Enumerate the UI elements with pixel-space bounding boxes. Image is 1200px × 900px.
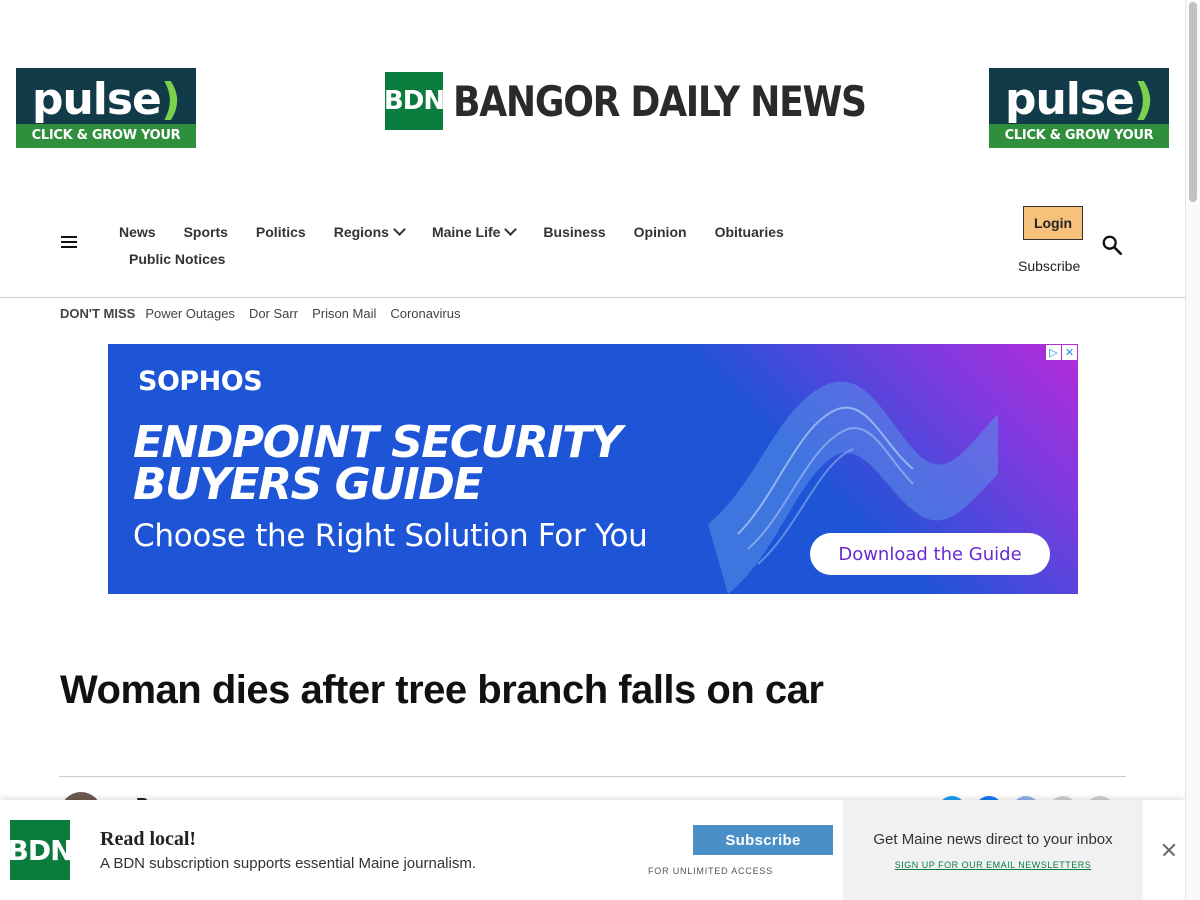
main-nav: News Sports Politics Regions Maine Life … xyxy=(105,220,825,271)
pulse-ad-right[interactable]: pulse) CLICK & GROW YOUR BUSINESS xyxy=(989,68,1169,148)
header-divider xyxy=(0,297,1185,298)
logo-name: BANGOR DAILY NEWS xyxy=(453,76,867,126)
nav-item-politics[interactable]: Politics xyxy=(256,224,306,240)
nav-item-business[interactable]: Business xyxy=(543,224,605,240)
dont-miss-link[interactable]: Prison Mail xyxy=(312,306,376,321)
nav-row-2: Public Notices xyxy=(105,247,825,271)
subscription-description: A BDN subscription supports essential Ma… xyxy=(100,855,477,872)
search-icon[interactable] xyxy=(1101,234,1123,256)
nav-item-public-notices[interactable]: Public Notices xyxy=(129,251,225,267)
login-button[interactable]: Login xyxy=(1023,206,1083,240)
close-icon[interactable] xyxy=(1162,843,1176,857)
page-scrollbar[interactable] xyxy=(1185,0,1200,900)
dont-miss-link[interactable]: Power Outages xyxy=(145,306,235,321)
dont-miss-bar: DON'T MISS Power Outages Dor Sarr Prison… xyxy=(60,306,474,321)
sophos-banner-ad[interactable]: SOPHOS ENDPOINT SECURITY BUYERS GUIDE Ch… xyxy=(108,344,1078,594)
hamburger-menu-icon[interactable] xyxy=(61,236,77,250)
newsletter-panel: Get Maine news direct to your inbox SIGN… xyxy=(843,800,1143,900)
ad-brand: SOPHOS xyxy=(138,366,263,397)
unlimited-access-label: FOR UNLIMITED ACCESS xyxy=(648,866,774,876)
adchoices-icon[interactable]: ▷ xyxy=(1046,345,1061,360)
dont-miss-label: DON'T MISS xyxy=(60,306,136,321)
ad-cta-button[interactable]: Download the Guide xyxy=(810,533,1050,575)
nav-row-1: News Sports Politics Regions Maine Life … xyxy=(105,220,825,244)
newsletter-signup-link[interactable]: SIGN UP FOR OUR EMAIL NEWSLETTERS xyxy=(843,860,1143,870)
logo-mark: BDN xyxy=(384,72,445,130)
pulse-ad-word: pulse) xyxy=(1004,74,1154,125)
chevron-down-icon xyxy=(393,222,406,236)
headline-divider xyxy=(59,776,1126,777)
site-logo[interactable]: BDN BANGOR DAILY NEWS xyxy=(384,72,933,130)
newsletter-title: Get Maine news direct to your inbox xyxy=(873,831,1113,848)
ad-close-icon[interactable]: ✕ xyxy=(1062,345,1077,360)
adchoices[interactable]: ▷ ✕ xyxy=(1045,345,1077,360)
scrollbar-thumb[interactable] xyxy=(1189,2,1197,202)
dont-miss-link[interactable]: Dor Sarr xyxy=(249,306,298,321)
subscription-bar: BDN Read local! A BDN subscription suppo… xyxy=(0,800,1185,900)
bdn-logo-mark: BDN xyxy=(7,820,74,880)
subscribe-button[interactable]: Subscribe xyxy=(693,825,833,855)
chevron-down-icon xyxy=(504,222,518,236)
nav-item-news[interactable]: News xyxy=(119,224,156,240)
subscribe-link[interactable]: Subscribe xyxy=(1018,258,1080,274)
pulse-ad-word: pulse) xyxy=(31,74,181,125)
nav-item-obituaries[interactable]: Obituaries xyxy=(715,224,784,240)
nav-item-opinion[interactable]: Opinion xyxy=(634,224,687,240)
article-headline: Woman dies after tree branch falls on ca… xyxy=(60,668,824,712)
nav-item-maine-life[interactable]: Maine Life xyxy=(432,222,518,240)
ad-headline: ENDPOINT SECURITY BUYERS GUIDE xyxy=(133,417,622,510)
pulse-ad-tagline: CLICK & GROW YOUR BUSINESS xyxy=(989,124,1169,148)
pulse-ad-left[interactable]: pulse) CLICK & GROW YOUR BUSINESS xyxy=(16,68,196,148)
ad-subhead: Choose the Right Solution For You xyxy=(133,518,648,554)
subscription-title: Read local! xyxy=(100,828,197,850)
pulse-ad-tagline: CLICK & GROW YOUR BUSINESS xyxy=(16,124,196,148)
nav-item-sports[interactable]: Sports xyxy=(184,224,228,240)
nav-item-regions[interactable]: Regions xyxy=(334,222,406,240)
dont-miss-link[interactable]: Coronavirus xyxy=(390,306,460,321)
